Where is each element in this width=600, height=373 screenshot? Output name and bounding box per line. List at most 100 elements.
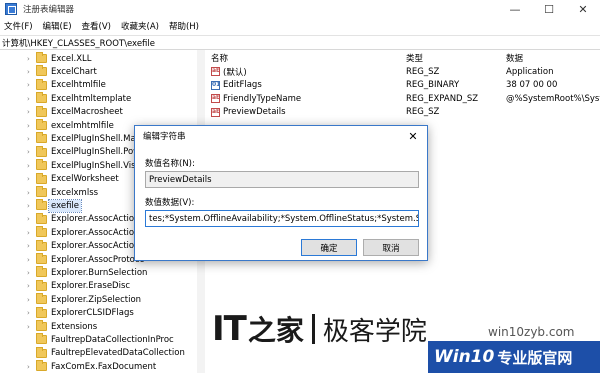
edit-string-dialog: 编辑字符串 ✕ 数值名称(N): PreviewDetails 数值数据(V):… (134, 125, 428, 261)
tree-item[interactable]: › ExcelChart (0, 65, 204, 78)
tree-item-label: ExcelPlugInShell.Powe (51, 147, 146, 158)
address-bar[interactable]: 计算机\HKEY_CLASSES_ROOT\exefile (0, 35, 600, 50)
value-row[interactable]: EditFlags REG_BINARY 38 07 00 00 (207, 79, 600, 92)
address-path: 计算机\HKEY_CLASSES_ROOT\exefile (2, 38, 155, 49)
tree-item-label: exefile (47, 198, 83, 213)
chevron-right-icon[interactable]: › (27, 307, 33, 320)
chevron-right-icon[interactable]: › (27, 320, 33, 333)
tree-item[interactable]: FaultrepDataCollectionInProc (0, 333, 204, 346)
menu-help[interactable]: 帮助(H) (169, 20, 199, 32)
column-header-type[interactable]: 类型 (406, 52, 423, 64)
dialog-title: 编辑字符串 (143, 132, 186, 142)
value-data: Application (506, 66, 554, 77)
value-data-text: tes;*System.OfflineAvailability;*System.… (149, 213, 419, 224)
value-data-label: 数值数据(V): (145, 198, 195, 208)
value-data: 38 07 00 00 (506, 80, 558, 90)
tree-item-label: FaultrepElevatedDataCollection (51, 348, 185, 359)
folder-icon (36, 253, 47, 264)
menu-favorites[interactable]: 收藏夹(A) (121, 20, 159, 32)
chevron-right-icon[interactable]: › (27, 173, 33, 186)
tree-item[interactable]: › Excelhtmltemplate (0, 92, 204, 105)
tree-item[interactable]: › Explorer.ZipSelection (0, 293, 204, 306)
folder-icon (36, 333, 47, 345)
chevron-right-icon[interactable]: › (27, 119, 33, 132)
tree-item[interactable]: › Excelhtmlfile (0, 78, 204, 92)
folder-icon (36, 132, 47, 144)
tree-item-label: ExcelChart (51, 66, 97, 77)
tree-item[interactable]: › FaxComEx.FaxDocument (0, 360, 204, 373)
chevron-right-icon[interactable]: › (27, 106, 33, 119)
value-name: (默认) (223, 67, 247, 78)
dialog-title-bar: 编辑字符串 ✕ (135, 126, 427, 146)
maximize-button[interactable]: ☐ (532, 0, 566, 18)
folder-icon (36, 239, 47, 251)
chevron-right-icon[interactable]: › (27, 159, 33, 172)
dialog-close-icon[interactable]: ✕ (403, 128, 423, 144)
folder-icon (36, 145, 47, 157)
chevron-right-icon[interactable]: › (27, 253, 33, 266)
folder-icon (36, 92, 47, 104)
chevron-right-icon[interactable]: › (27, 146, 33, 159)
tree-item[interactable]: › Excel.XLL (0, 52, 204, 65)
tree-item[interactable]: › ExplorerCLSIDFlags (0, 306, 204, 320)
column-header-data[interactable]: 数据 (506, 52, 523, 64)
string-value-icon (211, 107, 220, 117)
chevron-right-icon[interactable]: › (27, 132, 33, 145)
menu-bar: 文件(F) 编辑(E) 查看(V) 收藏夹(A) 帮助(H) (0, 18, 600, 34)
chevron-right-icon[interactable]: › (27, 240, 33, 253)
folder-icon (36, 78, 47, 90)
tree-item[interactable]: FaultrepElevatedDataCollection (0, 346, 204, 360)
menu-file[interactable]: 文件(F) (4, 20, 33, 32)
value-name-field: PreviewDetails (145, 171, 419, 188)
chevron-right-icon[interactable]: › (27, 52, 33, 65)
chevron-right-icon[interactable]: › (27, 213, 33, 226)
menu-edit[interactable]: 编辑(E) (43, 20, 72, 32)
chevron-right-icon[interactable]: › (27, 199, 33, 212)
tree-item[interactable]: › Extensions (0, 320, 204, 333)
folder-icon (36, 172, 47, 184)
ithome-watermark: IT 之家 极客学院 (212, 307, 427, 351)
cancel-button[interactable]: 取消 (363, 239, 419, 256)
menu-view[interactable]: 查看(V) (82, 20, 111, 32)
value-data-field[interactable]: tes;*System.OfflineAvailability;*System.… (145, 210, 419, 227)
value-row[interactable]: FriendlyTypeName REG_EXPAND_SZ @%SystemRoo… (207, 92, 600, 105)
chevron-right-icon[interactable]: › (27, 293, 33, 306)
tree-item-label: ExplorerCLSIDFlags (51, 308, 134, 319)
chevron-right-icon[interactable]: › (27, 65, 33, 78)
folder-icon (36, 105, 47, 117)
close-button[interactable]: ✕ (566, 0, 600, 18)
tree-item-label: Extensions (51, 321, 98, 332)
column-header-name[interactable]: 名称 (211, 52, 228, 64)
value-row[interactable]: (默认) REG_SZ Application (207, 65, 600, 78)
chevron-right-icon[interactable]: › (27, 186, 33, 199)
chevron-right-icon[interactable]: › (27, 79, 33, 92)
title-bar: 注册表编辑器 — ☐ ✕ (0, 0, 600, 18)
win10-badge: Win10 专业版官网 (428, 341, 600, 373)
chevron-right-icon[interactable]: › (27, 360, 33, 373)
chevron-right-icon[interactable]: › (27, 266, 33, 279)
watermark-zhi: 之家 (247, 314, 304, 347)
ok-button[interactable]: 确定 (301, 239, 357, 256)
folder-icon (36, 52, 47, 63)
minimize-button[interactable]: — (498, 0, 532, 18)
tree-item-label: Explorer.ZipSelection (51, 294, 142, 305)
value-type: REG_EXPAND_SZ (406, 93, 479, 104)
value-list-header: 名称 类型 数据 (207, 51, 600, 64)
tree-item[interactable]: › Explorer.BurnSelection (0, 266, 204, 279)
chevron-right-icon[interactable]: › (27, 92, 33, 105)
chevron-right-icon[interactable]: › (27, 280, 33, 293)
watermark-url: win10zyb.com (488, 325, 575, 339)
window-controls: — ☐ ✕ (498, 0, 600, 18)
tree-item-label: Excel.XLL (51, 53, 92, 64)
value-row[interactable]: PreviewDetails REG_SZ (207, 106, 600, 119)
value-type: REG_SZ (406, 107, 440, 117)
regedit-icon (5, 3, 17, 15)
tree-item[interactable]: › ExcelMacrosheet (0, 105, 204, 119)
watermark-it: IT (212, 309, 247, 349)
tree-item[interactable]: › Explorer.EraseDisc (0, 279, 204, 293)
value-name-text: PreviewDetails (149, 174, 212, 185)
tree-item-label: Explorer.AssocProtoco (51, 254, 145, 265)
folder-icon (36, 186, 47, 197)
chevron-right-icon[interactable]: › (27, 226, 33, 239)
tree-item-label: ExcelMacrosheet (51, 107, 123, 118)
